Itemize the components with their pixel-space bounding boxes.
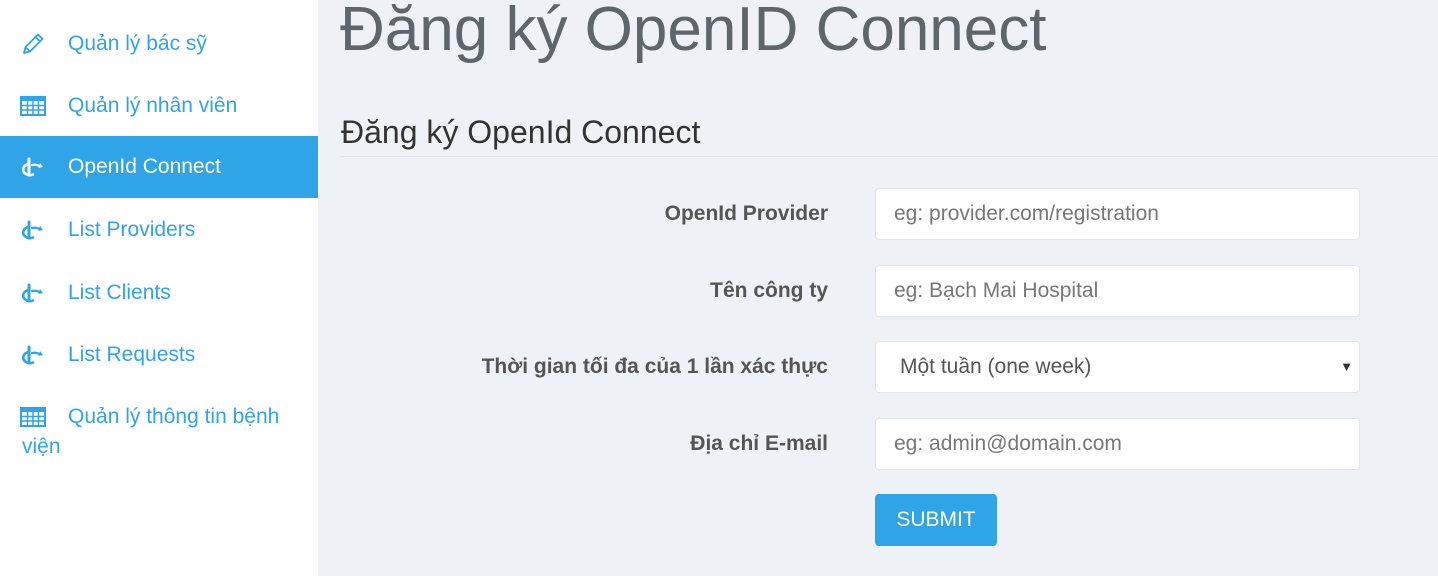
email-label: Địa chỉ E-mail: [690, 432, 828, 455]
auth-duration-selected: Một tuần (one week): [900, 355, 1092, 378]
chevron-down-icon: ▼: [1340, 359, 1353, 374]
sidebar-item-hospital-info[interactable]: Quản lý thông tin bệnh viện: [0, 402, 318, 462]
provider-label: OpenId Provider: [664, 202, 828, 225]
section-title: Đăng ký OpenId Connect: [341, 114, 701, 150]
sidebar-item-label: List Requests: [68, 343, 196, 366]
pencil-icon: [20, 29, 48, 59]
sidebar-item-label: List Clients: [68, 281, 171, 304]
openid-icon: [20, 278, 48, 308]
email-field[interactable]: [875, 418, 1360, 470]
openid-icon: [20, 152, 48, 182]
submit-button[interactable]: SUBMIT: [875, 494, 997, 546]
section-divider: [340, 156, 1438, 157]
table-icon: [20, 91, 48, 121]
sidebar: Quản lý bác sỹ Quản lý nhân viên OpenId …: [0, 0, 318, 576]
sidebar-item-label: Quản lý nhân viên: [68, 94, 238, 117]
page-title: Đăng ký OpenID Connect: [340, 0, 1047, 64]
company-input[interactable]: [875, 265, 1360, 317]
main-content: Đăng ký OpenID Connect Đăng ký OpenId Co…: [318, 0, 1438, 576]
sidebar-item-label: OpenId Connect: [68, 155, 221, 178]
sidebar-item-label: Quản lý thông tin bệnh viện: [22, 405, 280, 458]
table-icon: [20, 402, 48, 432]
sidebar-item-openid-connect[interactable]: OpenId Connect: [0, 136, 318, 198]
company-label: Tên công ty: [710, 279, 828, 302]
sidebar-item-label: Quản lý bác sỹ: [68, 32, 207, 55]
auth-duration-select[interactable]: Một tuần (one week) ▼: [875, 341, 1360, 393]
auth-duration-label: Thời gian tối đa của 1 lần xác thực: [481, 355, 828, 378]
openid-icon: [20, 340, 48, 370]
openid-icon: [20, 215, 48, 245]
sidebar-item-label: List Providers: [68, 218, 196, 241]
provider-input[interactable]: [875, 188, 1360, 240]
